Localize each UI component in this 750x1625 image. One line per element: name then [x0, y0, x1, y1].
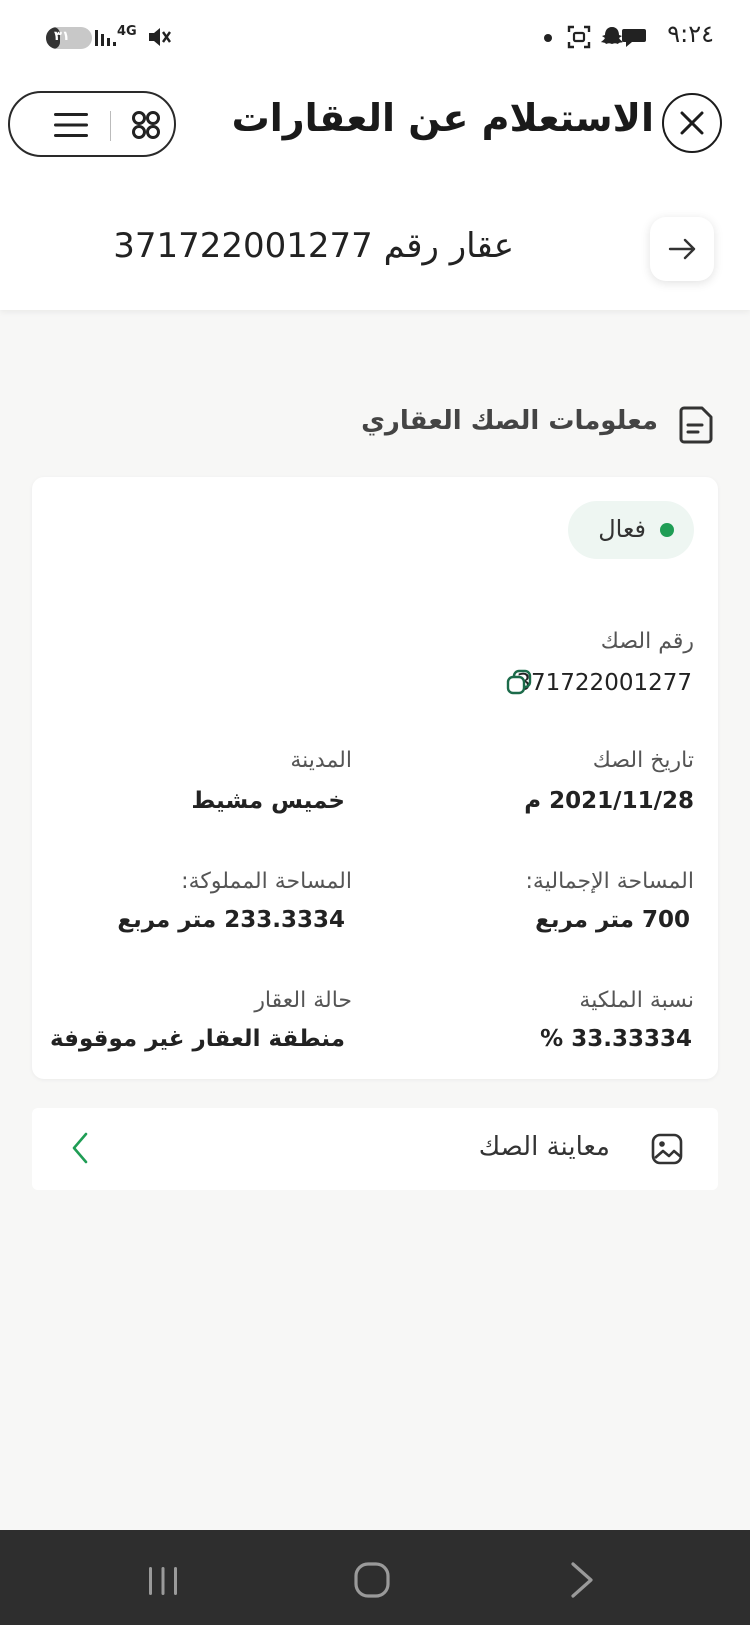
property-status-value: منطقة العقار غير موقوفة — [49, 1026, 345, 1052]
ownership-ratio-label: نسبة الملكية — [579, 988, 694, 1013]
mute-icon — [149, 28, 171, 46]
battery-text: ٣١ — [54, 29, 70, 44]
close-button[interactable] — [662, 93, 722, 153]
owned-area-label: المساحة المملوكة: — [181, 869, 352, 894]
total-area-label: المساحة الإجمالية: — [525, 869, 694, 894]
section-title: معلومات الصك العقاري — [361, 406, 658, 436]
property-status-label: حالة العقار — [254, 988, 352, 1013]
total-area-value: 700 متر مربع — [535, 907, 690, 933]
back-nav-icon[interactable] — [567, 1560, 597, 1600]
property-title: عقار رقم 371722001277 — [113, 226, 514, 266]
status-dot — [660, 523, 674, 537]
capsule-divider — [110, 111, 111, 141]
deed-date-label: تاريخ الصك — [592, 748, 694, 773]
status-bar: ٩:٢٤ 4G ٣١ — [0, 0, 750, 80]
deed-preview-row[interactable]: معاينة الصك — [32, 1108, 718, 1190]
status-time: ٩:٢٤ — [667, 20, 714, 48]
deed-date-value: 2021/11/28 م — [524, 788, 694, 814]
battery-indicator: ٣١ — [46, 27, 92, 49]
hamburger-menu-icon[interactable] — [54, 110, 88, 140]
status-label: فعال — [598, 515, 646, 543]
ownership-ratio-value: 33.33334 % — [540, 1026, 692, 1052]
recent-apps-icon[interactable] — [145, 1564, 181, 1598]
mini-program-capsule — [8, 91, 176, 157]
chevron-left-icon — [72, 1132, 88, 1164]
back-button[interactable] — [650, 217, 714, 281]
notification-dot — [544, 34, 552, 42]
network-type: 4G — [117, 24, 137, 39]
signal-icon — [95, 30, 116, 46]
deed-number-label: رقم الصك — [600, 629, 694, 654]
screenshot-icon — [567, 25, 591, 49]
city-value: خميس مشيط — [191, 788, 345, 814]
system-nav-bar — [0, 1530, 750, 1625]
copy-icon[interactable] — [505, 668, 533, 696]
deed-number-value[interactable]: 371722001277 — [516, 670, 692, 696]
home-icon[interactable] — [352, 1560, 392, 1600]
apps-grid-icon[interactable] — [130, 109, 162, 141]
document-icon — [679, 406, 713, 444]
deed-preview-label: معاينة الصك — [478, 1132, 610, 1162]
snapchat-ghost-icon — [601, 27, 623, 44]
arrow-right-icon — [668, 238, 696, 260]
status-badge: فعال — [568, 501, 694, 559]
owned-area-value: 233.3334 متر مربع — [117, 907, 345, 933]
image-icon — [651, 1133, 683, 1165]
close-icon — [680, 111, 704, 135]
city-label: المدينة — [290, 748, 352, 773]
page-title: الاستعلام عن العقارات — [231, 96, 654, 140]
